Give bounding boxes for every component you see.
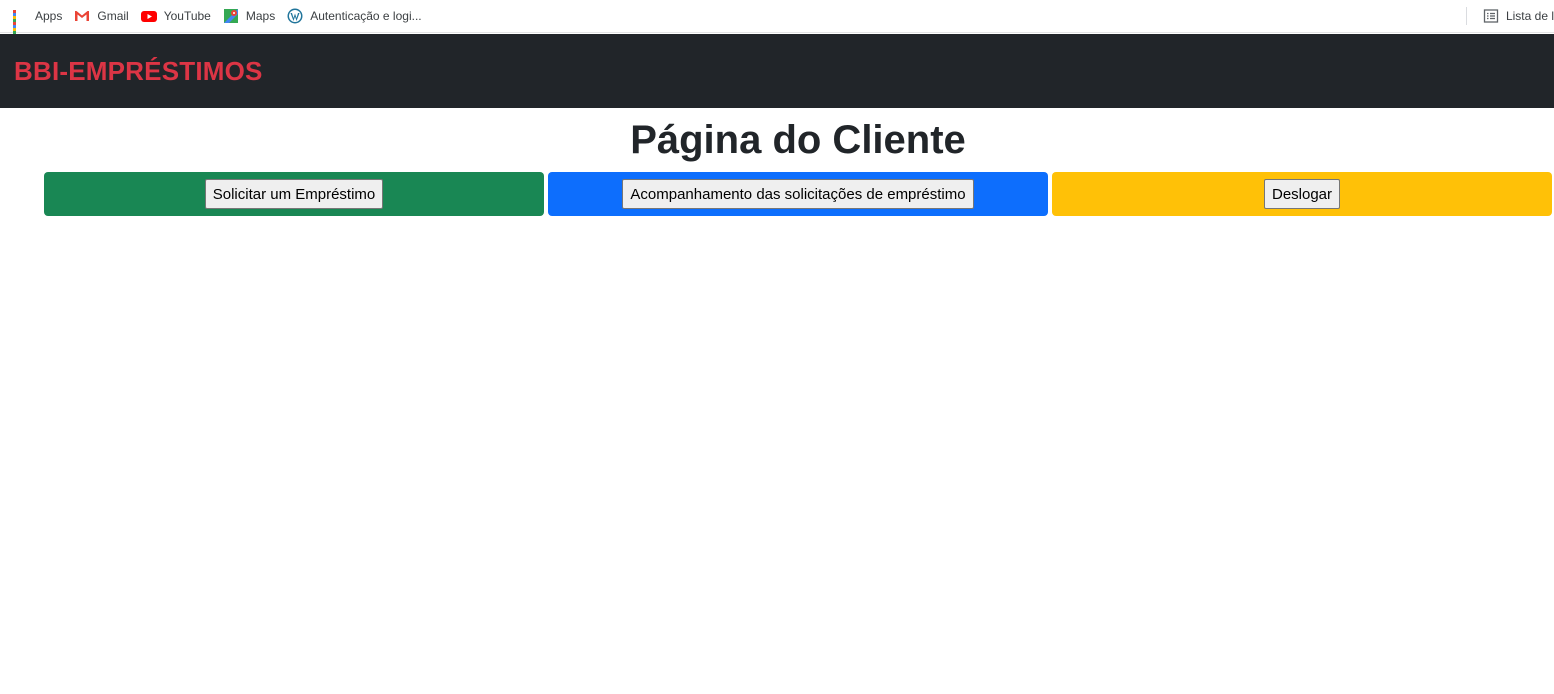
wordpress-icon (287, 8, 303, 24)
bookmark-label: Gmail (97, 9, 129, 23)
maps-icon (223, 8, 239, 24)
track-requests-panel: Acompanhamento das solicitações de empré… (548, 172, 1048, 216)
bookmark-gmail[interactable]: Gmail (68, 4, 134, 28)
bookmark-maps[interactable]: Maps (217, 4, 281, 28)
bookmark-authentication[interactable]: Autenticação e logi... (281, 4, 427, 28)
reading-list[interactable]: Lista de l (1465, 4, 1554, 28)
brand-title[interactable]: BBI-EMPRÉSTIMOS (14, 56, 263, 87)
request-loan-button[interactable]: Solicitar um Empréstimo (204, 179, 384, 209)
logout-button[interactable]: Deslogar (1263, 179, 1341, 209)
divider (1465, 7, 1467, 25)
bookmark-label: Autenticação e logi... (310, 9, 422, 23)
youtube-icon (140, 8, 157, 24)
bookmark-youtube[interactable]: YouTube (135, 4, 217, 28)
apps-grid-icon (12, 8, 28, 37)
track-requests-button[interactable]: Acompanhamento das solicitações de empré… (622, 179, 974, 209)
gmail-icon (74, 8, 90, 24)
logout-panel: Deslogar (1052, 172, 1552, 216)
page-title: Página do Cliente (630, 118, 966, 162)
request-loan-panel: Solicitar um Empréstimo (44, 172, 544, 216)
reading-list-label: Lista de l (1505, 9, 1554, 23)
action-row: Solicitar um Empréstimo Acompanhamento d… (44, 172, 1554, 216)
bookmark-apps[interactable]: Apps (6, 4, 68, 37)
bookmark-label: Maps (245, 9, 276, 23)
bookmark-label: YouTube (163, 9, 211, 23)
reading-list-icon (1483, 8, 1499, 24)
bookmark-label: Apps (35, 9, 63, 23)
navbar: BBI-EMPRÉSTIMOS (0, 34, 1554, 108)
bookmarks-bar: Apps Gmail YouTube Maps Autenticação e l… (0, 0, 1554, 37)
